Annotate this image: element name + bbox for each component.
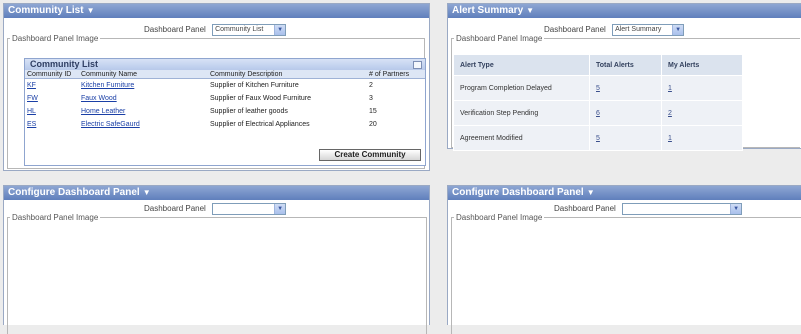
- dashboard-panel-image-legend: Dashboard Panel Image: [12, 213, 99, 222]
- chevron-down-icon[interactable]: ▼: [143, 188, 151, 197]
- dashboard-panel-label: Dashboard Panel: [544, 25, 606, 35]
- dashboard-panel-image-legend: Dashboard Panel Image: [456, 34, 543, 43]
- table-row: FW Faux Wood Supplier of Faux Wood Furni…: [25, 92, 425, 105]
- chevron-down-icon[interactable]: ▼: [87, 6, 95, 15]
- alert-summary-table: Alert Type Total Alerts My Alerts Progra…: [453, 54, 743, 151]
- total-alerts-link[interactable]: 5: [596, 85, 600, 92]
- community-name-link[interactable]: Home Leather: [81, 108, 125, 115]
- dashboard-panel-image-legend: Dashboard Panel Image: [12, 34, 99, 43]
- community-name-link[interactable]: Faux Wood: [81, 95, 117, 102]
- panel-title: Alert Summary: [452, 5, 524, 16]
- table-row: KF Kitchen Furniture Supplier of Kitchen…: [25, 79, 425, 93]
- column-header-community-id[interactable]: Community ID: [25, 70, 79, 79]
- chevron-down-icon[interactable]: ▼: [526, 6, 534, 15]
- dashboard-panel-image: Dashboard Panel Image: [451, 213, 801, 334]
- table-row: Verification Step Pending 6 2: [453, 100, 743, 126]
- column-header-community-name[interactable]: Community Name: [79, 70, 208, 79]
- community-description: Supplier of Faux Wood Furniture: [210, 95, 312, 102]
- panel-title: Configure Dashboard Panel: [8, 187, 140, 198]
- my-alerts-link[interactable]: 2: [668, 110, 672, 117]
- community-list-title: Community List: [30, 59, 99, 69]
- total-alerts-link[interactable]: 5: [596, 135, 600, 142]
- create-community-button[interactable]: Create Community: [319, 149, 421, 161]
- minimize-icon[interactable]: [413, 61, 422, 69]
- configure-dashboard-panel-right: Configure Dashboard Panel ▼ Dashboard Pan…: [447, 185, 801, 334]
- community-list-panel: Community List ▼ Dashboard Panel Communit…: [3, 3, 430, 171]
- configure-panel-header[interactable]: Configure Dashboard Panel ▼: [4, 186, 429, 200]
- community-name-link[interactable]: Electric SafeGaurd: [81, 121, 140, 128]
- my-alerts-link[interactable]: 1: [668, 85, 672, 92]
- column-header-my-alerts: My Alerts: [661, 54, 743, 76]
- community-id-link[interactable]: KF: [27, 82, 36, 89]
- community-description: Supplier of Kitchen Furniture: [210, 82, 299, 89]
- partner-count: 15: [369, 108, 377, 115]
- table-header-row: Community ID Community Name Community De…: [25, 70, 425, 79]
- dashboard-panel-image: Dashboard Panel Image: [7, 213, 427, 334]
- column-header-total-alerts: Total Alerts: [589, 54, 662, 76]
- community-name-link[interactable]: Kitchen Furniture: [81, 82, 134, 89]
- community-description: Supplier of Electrical Appliances: [210, 121, 310, 128]
- community-id-link[interactable]: FW: [27, 95, 38, 102]
- dashboard-panel-selected-value: Community List: [215, 26, 264, 33]
- community-list-title-bar: Community List: [25, 59, 425, 70]
- table-header-row: Alert Type Total Alerts My Alerts: [453, 54, 743, 76]
- table-row: Program Completion Delayed 5 1: [453, 75, 743, 101]
- total-alerts-link[interactable]: 6: [596, 110, 600, 117]
- alert-summary-panel-header[interactable]: Alert Summary ▼: [448, 4, 801, 18]
- community-table: Community ID Community Name Community De…: [25, 70, 425, 131]
- table-row: ES Electric SafeGaurd Supplier of Electr…: [25, 118, 425, 131]
- partner-count: 20: [369, 121, 377, 128]
- dashboard-panel-selected-value: Alert Summary: [615, 26, 662, 33]
- table-row: HL Home Leather Supplier of leather good…: [25, 105, 425, 118]
- column-header-community-description[interactable]: Community Description: [208, 70, 367, 79]
- alert-type: Verification Step Pending: [453, 100, 590, 126]
- community-id-link[interactable]: ES: [27, 121, 36, 128]
- dashboard-panel-image-legend: Dashboard Panel Image: [456, 213, 543, 222]
- alert-type: Program Completion Delayed: [453, 75, 590, 101]
- alert-type: Agreement Modified: [453, 125, 590, 151]
- community-id-link[interactable]: HL: [27, 108, 36, 115]
- dashboard-panel-label: Dashboard Panel: [144, 204, 206, 214]
- community-list-panel-header[interactable]: Community List ▼: [4, 4, 429, 18]
- my-alerts-link[interactable]: 1: [668, 135, 672, 142]
- partner-count: 2: [369, 82, 373, 89]
- partner-count: 3: [369, 95, 373, 102]
- configure-panel-header[interactable]: Configure Dashboard Panel ▼: [448, 186, 801, 200]
- column-header-alert-type: Alert Type: [453, 54, 590, 76]
- panel-title: Community List: [8, 5, 84, 16]
- community-list-box: Community List Community ID Community Na…: [24, 58, 426, 166]
- dashboard-panel-label: Dashboard Panel: [144, 25, 206, 35]
- table-row: Agreement Modified 5 1: [453, 125, 743, 151]
- community-description: Supplier of leather goods: [210, 108, 288, 115]
- chevron-down-icon[interactable]: ▼: [587, 188, 595, 197]
- configure-dashboard-panel-left: Configure Dashboard Panel ▼ Dashboard Pan…: [3, 185, 430, 334]
- alert-summary-panel: Alert Summary ▼ Dashboard Panel Alert Sum…: [447, 3, 801, 151]
- dashboard-panel-label: Dashboard Panel: [554, 204, 616, 214]
- column-header-partners[interactable]: # of Partners: [367, 70, 425, 79]
- panel-title: Configure Dashboard Panel: [452, 187, 584, 198]
